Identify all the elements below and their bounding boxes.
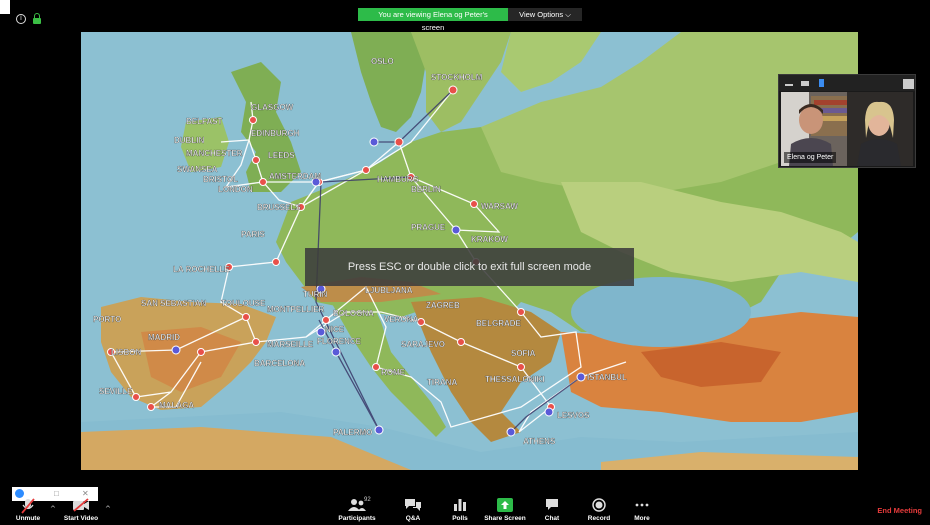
polls-label: Polls (452, 515, 468, 522)
city-label: PRAGUE (411, 223, 446, 232)
more-button[interactable]: More (628, 494, 656, 525)
city-label: MALAGA (159, 401, 194, 410)
screen-share-banner: You are viewing Elena og Peter's screen … (358, 8, 582, 32)
city-label: BELGRADE (476, 319, 522, 328)
meeting-toolbar: Unmute ^ Start Video ^ Participants 92 Q… (0, 494, 930, 525)
chat-button[interactable]: Chat (538, 494, 566, 525)
city-label: BERLIN (411, 185, 441, 194)
city-label: NICE (325, 325, 345, 334)
city-label: LA ROCHELLE (173, 265, 230, 274)
qa-icon (405, 499, 421, 511)
city-label: STOCKHOLM (431, 73, 483, 82)
chat-label: Chat (544, 515, 560, 522)
record-button[interactable]: Record (584, 494, 614, 525)
city-label: ZAGREB (426, 301, 460, 310)
city-label: BRUSSELS (257, 203, 301, 212)
info-icon[interactable]: i (16, 14, 26, 24)
city-label: PORTO (93, 315, 121, 324)
city-label: BRISTOL (203, 175, 238, 184)
city-label: WARSAW (481, 202, 518, 211)
lock-icon[interactable] (33, 13, 41, 24)
minimize-icon[interactable] (785, 79, 794, 87)
share-screen-icon (497, 498, 513, 512)
view-options-button[interactable]: View Options ⌵ (508, 8, 582, 21)
city-label: MONTPELLIER (267, 305, 325, 314)
share-screen-button[interactable]: Share Screen (482, 494, 528, 525)
thumbnail-view-icon[interactable] (801, 79, 810, 87)
video-options-chevron-icon[interactable]: ^ (105, 505, 111, 513)
polls-icon (454, 499, 466, 511)
start-video-button[interactable]: Start Video (60, 494, 102, 525)
city-label: GLASGOW (251, 103, 294, 112)
city-label: KRAKOW (471, 235, 508, 244)
fullscreen-exit-hint: Press ESC or double click to exit full s… (305, 248, 634, 286)
city-label: DUBLIN (174, 136, 204, 145)
city-label: SARAJEVO (401, 340, 445, 349)
unmute-button[interactable]: Unmute (10, 494, 46, 525)
polls-button[interactable]: Polls (446, 494, 474, 525)
city-label: TOULOUSE (221, 299, 266, 308)
city-label: ATHENS (523, 437, 556, 446)
chat-icon (546, 499, 558, 510)
muted-microphone-icon (21, 498, 35, 514)
more-icon (635, 503, 649, 507)
city-label: VERONA (384, 315, 418, 324)
city-label: BELFAST (186, 117, 223, 126)
city-label: LISBON (111, 348, 141, 357)
city-label: LESVOS (557, 411, 590, 420)
viewing-label: You are viewing Elena og Peter's screen (358, 8, 508, 32)
city-label: LONDON (218, 185, 253, 194)
city-label: OSLO (371, 57, 394, 66)
participants-button[interactable]: Participants (332, 494, 382, 525)
participants-label: Participants (338, 515, 376, 522)
speaker-view-icon[interactable] (817, 79, 826, 87)
city-label: AMSTERDAM (269, 172, 321, 181)
audio-options-chevron-icon[interactable]: ^ (50, 505, 56, 513)
city-label: EDINBURGH (251, 129, 300, 138)
city-label: THESSALONIKI (485, 375, 545, 384)
city-label: SEVILLE (99, 387, 133, 396)
city-label: TIRANA (427, 378, 457, 387)
city-label: MARSEILLE (267, 340, 314, 349)
more-label: More (634, 515, 650, 522)
end-meeting-button[interactable]: End Meeting (877, 506, 922, 515)
qa-label: Q&A (405, 515, 421, 522)
video-panel-toolbar (779, 75, 915, 91)
city-label: SWANSEA (177, 165, 218, 174)
city-label: LJUBLJANA (365, 286, 413, 295)
city-label: HAMBURG (377, 175, 419, 184)
start-video-label: Start Video (63, 515, 99, 522)
city-label: SOFIA (511, 349, 536, 358)
city-label: ROME (381, 368, 406, 377)
participant-name-label: Elena og Peter (784, 152, 837, 163)
city-label: MANCHESTER (186, 149, 243, 158)
city-label: BARCELONA (254, 359, 305, 368)
city-label: SAN SEBASTIAN (141, 299, 207, 308)
unmute-label: Unmute (15, 515, 41, 522)
share-screen-label: Share Screen (484, 515, 526, 522)
city-label: TURIN (303, 290, 328, 299)
city-label: ISTANBUL (587, 373, 627, 382)
city-label: FLORENCE (317, 337, 362, 346)
city-label: LEEDS (268, 151, 295, 160)
record-label: Record (587, 515, 611, 522)
video-off-icon (73, 498, 89, 512)
city-label: MADRID (148, 333, 180, 342)
window-corner (0, 0, 10, 14)
record-icon (592, 498, 606, 512)
gallery-view-icon[interactable] (903, 79, 914, 89)
qa-button[interactable]: Q&A (398, 494, 428, 525)
city-label: BOLOGNA (333, 309, 374, 318)
participant-video: Elena og Peter (781, 92, 913, 166)
participants-count: 92 (364, 497, 371, 503)
city-label: PALERMO (333, 428, 372, 437)
city-label: PARIS (241, 230, 266, 239)
speaker-video-panel[interactable]: Elena og Peter (778, 74, 916, 168)
